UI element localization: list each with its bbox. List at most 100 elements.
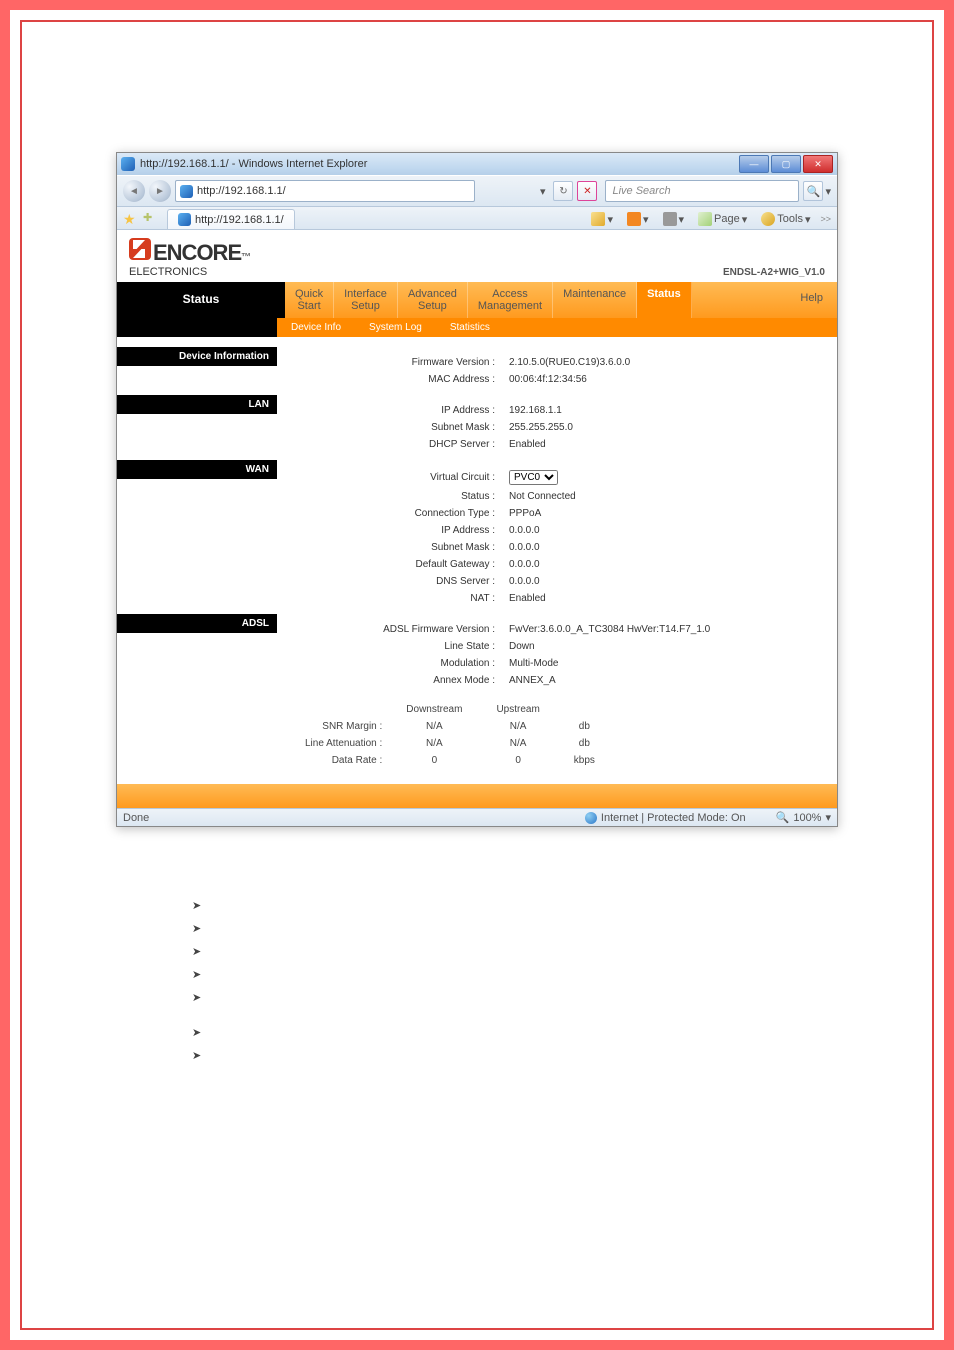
rate-up: 0 [480,753,555,768]
nav-section-title: Status [117,282,285,318]
dhcp-value: Enabled [503,437,579,452]
tm-symbol: ™ [241,252,251,263]
window-title: http://192.168.1.1/ - Windows Internet E… [140,158,367,170]
browser-tab[interactable]: http://192.168.1.1/ [167,209,295,229]
nav-interface-setup[interactable]: InterfaceSetup [334,282,398,318]
wan-mask-label: Subnet Mask : [289,540,501,555]
security-zone: Internet | Protected Mode: On [601,812,746,824]
close-button[interactable]: ✕ [803,155,833,173]
list-item [192,897,892,912]
forward-button[interactable]: ► [149,180,171,202]
section-adsl: ADSL [117,614,277,633]
rss-menu[interactable]: ▾ [623,210,653,228]
zoom-dropdown-icon[interactable]: ▾ [825,811,831,824]
adsl-fw-label: ADSL Firmware Version : [289,622,501,637]
modulation-value: Multi-Mode [503,656,716,671]
snr-label: SNR Margin : [289,719,388,734]
brand-subtitle: ELECTRONICS [129,266,207,278]
annex-label: Annex Mode : [289,673,501,688]
rate-down: 0 [390,753,478,768]
home-menu[interactable]: ▾ [587,210,617,228]
rate-unit: kbps [558,753,611,768]
ie-icon [178,213,191,226]
annex-value: ANNEX_A [503,673,716,688]
bullet-list [152,897,892,1004]
ie-icon [121,157,135,171]
nav-quick-start[interactable]: QuickStart [285,282,334,318]
mac-label: MAC Address : [289,372,501,387]
search-box[interactable]: Live Search [605,180,799,202]
subnav-device-info[interactable]: Device Info [277,318,355,337]
nat-label: NAT : [289,591,501,606]
page-content: ENCORE ™ ELECTRONICS ENDSL-A2+WIG_V1.0 S… [117,230,837,808]
refresh-button[interactable]: ↻ [553,181,573,201]
search-button[interactable]: 🔍 [803,181,823,201]
sub-nav: Device Info System Log Statistics [117,318,837,337]
address-bar[interactable]: http://192.168.1.1/ [175,180,475,202]
dns-label: DNS Server : [289,574,501,589]
search-dropdown-icon[interactable]: ▾ [825,185,831,198]
ie-icon [180,185,193,198]
mac-value: 00:06:4f:12:34:56 [503,372,636,387]
wan-status-label: Status : [289,489,501,504]
lan-ip-value: 192.168.1.1 [503,403,579,418]
dhcp-label: DHCP Server : [289,437,501,452]
fw-version-value: 2.10.5.0(RUE0.C19)3.6.0.0 [503,355,636,370]
add-favorites-icon[interactable]: ✚ [143,211,159,227]
nav-access-management[interactable]: AccessManagement [468,282,553,318]
print-icon [663,212,677,226]
nat-value: Enabled [503,591,582,606]
list-item [192,989,892,1004]
lan-mask-value: 255.255.255.0 [503,420,579,435]
snr-down: N/A [390,719,478,734]
nav-maintenance[interactable]: Maintenance [553,282,637,318]
list-item [192,943,892,958]
vc-label: Virtual Circuit : [289,468,501,487]
minimize-button[interactable]: — [739,155,769,173]
tools-menu[interactable]: Tools ▾ [757,210,814,228]
section-lan: LAN [117,395,277,414]
globe-icon [585,812,597,824]
dropdown-icon[interactable]: ▾ [540,185,546,198]
wan-ip-value: 0.0.0.0 [503,523,582,538]
tab-label: http://192.168.1.1/ [195,214,284,226]
subnav-system-log[interactable]: System Log [355,318,436,337]
subnav-statistics[interactable]: Statistics [436,318,504,337]
maximize-button[interactable]: ▢ [771,155,801,173]
home-icon [591,212,605,226]
brand-name: ENCORE [153,240,241,266]
att-unit: db [558,736,611,751]
nav-advanced-setup[interactable]: AdvancedSetup [398,282,468,318]
col-downstream: Downstream [390,702,478,717]
nav-status[interactable]: Status [637,282,692,318]
snr-up: N/A [480,719,555,734]
print-menu[interactable]: ▾ [659,210,689,228]
zoom-icon: 🔍 [776,811,790,824]
page-menu[interactable]: Page ▾ [694,210,751,228]
gear-icon [761,212,775,226]
nav-help[interactable]: Help [786,282,837,318]
rss-icon [627,212,641,226]
line-state-label: Line State : [289,639,501,654]
stop-button[interactable]: ✕ [577,181,597,201]
att-label: Line Attenuation : [289,736,388,751]
encore-mark-icon [129,238,151,260]
list-item [192,966,892,981]
status-bar: Done Internet | Protected Mode: On 🔍 100… [117,808,837,826]
address-text: http://192.168.1.1/ [197,185,286,197]
fw-version-label: Firmware Version : [289,355,501,370]
back-button[interactable]: ◄ [123,180,145,202]
window-titlebar: http://192.168.1.1/ - Windows Internet E… [117,153,837,175]
status-text: Done [123,812,149,824]
gateway-label: Default Gateway : [289,557,501,572]
favorites-icon[interactable]: ★ [123,211,139,227]
modulation-label: Modulation : [289,656,501,671]
conn-type-value: PPPoA [503,506,582,521]
zoom-value: 100% [793,812,821,824]
virtual-circuit-select[interactable]: PVC0 [509,470,558,485]
chevrons-icon[interactable]: >> [820,214,831,224]
page-icon [698,212,712,226]
tab-toolbar: ★ ✚ http://192.168.1.1/ ▾ ▾ ▾ Page ▾ Too… [117,207,837,230]
nav-toolbar: ◄ ► http://192.168.1.1/ ▾ ↻ ✕ Live Searc… [117,175,837,207]
zoom-control[interactable]: 🔍 100% ▾ [776,811,831,824]
